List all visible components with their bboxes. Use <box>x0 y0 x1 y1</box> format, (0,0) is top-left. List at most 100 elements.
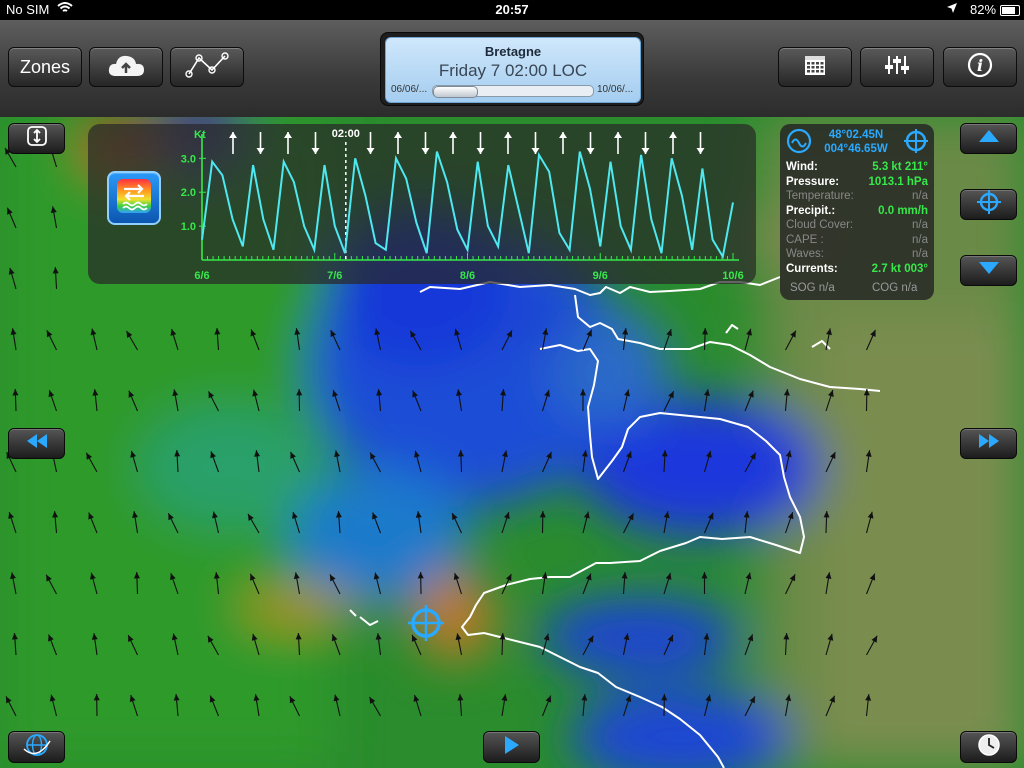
direction-arrow-head <box>641 148 650 154</box>
direction-arrow-head <box>449 132 457 138</box>
globe-button[interactable] <box>8 731 65 763</box>
location-arrow-icon <box>946 2 958 17</box>
svg-text:i: i <box>977 56 983 75</box>
cloud-row: Cloud Cover: n/a <box>786 219 928 233</box>
pressure-label: Pressure: <box>786 176 840 188</box>
direction-arrow-head <box>614 132 622 138</box>
time-cursor-label: 02:00 <box>332 128 360 140</box>
cape-label: CAPE : <box>786 234 824 246</box>
globe-icon <box>22 731 52 764</box>
rewind-icon <box>24 432 50 455</box>
point-info-panel: 48°02.45N 004°46.65W Wind: 5.3 kt 211° Pr… <box>780 124 934 300</box>
info-icon: i <box>967 52 993 83</box>
scroll-up-button[interactable] <box>960 123 1017 154</box>
toolbar: Zones Bretagne Friday 7 02:00 LOC 06/06/… <box>0 20 1024 118</box>
arrow-up-icon <box>977 128 1001 149</box>
crosshair-icon[interactable] <box>902 127 930 158</box>
pressure-value: 1013.1 hPa <box>868 176 928 188</box>
time-slider-fill <box>433 86 479 98</box>
fast-forward-icon <box>976 432 1002 455</box>
direction-arrow-head <box>229 132 237 138</box>
precip-label: Precipit.: <box>786 205 836 217</box>
info-button[interactable]: i <box>943 47 1017 87</box>
route-button[interactable] <box>170 47 244 87</box>
arrow-down-icon <box>977 260 1001 281</box>
status-bar: No SIM 20:57 82% <box>0 0 1024 20</box>
latitude: 48°02.45N <box>828 129 884 141</box>
x-tick-label: 7/6 <box>327 270 342 282</box>
time-slider[interactable] <box>432 85 594 98</box>
clock-icon <box>976 732 1002 763</box>
cloud-value: n/a <box>912 219 928 231</box>
download-button[interactable] <box>89 47 163 87</box>
play-animation-button[interactable] <box>483 731 540 763</box>
temperature-value: n/a <box>912 190 928 202</box>
range-end: 10/06/... <box>597 84 634 95</box>
zone-time-display[interactable]: Bretagne Friday 7 02:00 LOC 06/06/... 10… <box>385 37 641 103</box>
y-tick-label: 1.0 <box>181 221 196 233</box>
zone-time-panel: Bretagne Friday 7 02:00 LOC 06/06/... 10… <box>380 32 644 106</box>
current-direction-arrows <box>229 132 705 154</box>
x-tick-label: 9/6 <box>593 270 608 282</box>
x-tick-label: 10/6 <box>722 270 743 282</box>
forecast-date: Friday 7 02:00 LOC <box>438 61 588 80</box>
cape-value: n/a <box>912 234 928 246</box>
waves-label: Waves: <box>786 248 824 260</box>
direction-arrow-head <box>421 148 430 154</box>
current-speed-line <box>201 151 734 260</box>
direction-arrow-head <box>559 132 567 138</box>
waves-value: n/a <box>912 248 928 260</box>
resize-chart-button[interactable] <box>8 123 65 154</box>
zones-button[interactable]: Zones <box>8 47 82 87</box>
zones-label: Zones <box>19 56 71 77</box>
temperature-label: Temperature: <box>786 190 854 202</box>
temperature-row: Temperature: n/a <box>786 190 928 204</box>
direction-arrow-head <box>366 148 375 154</box>
calendar-button[interactable] <box>778 47 852 87</box>
next-time-button[interactable] <box>960 428 1017 459</box>
direction-arrow-head <box>669 132 677 138</box>
direction-arrow-head <box>476 148 485 154</box>
center-position-button[interactable] <box>960 189 1017 220</box>
battery-percent: 82% <box>970 2 997 17</box>
direction-arrow-head <box>256 148 265 154</box>
cape-row: CAPE : n/a <box>786 234 928 248</box>
wind-label: Wind: <box>786 161 818 173</box>
longitude: 004°46.65W <box>824 143 888 155</box>
calendar-icon <box>803 53 827 82</box>
direction-arrow-head <box>311 148 320 154</box>
wind-value: 5.3 kt 211° <box>872 161 928 173</box>
sog-value: SOG n/a <box>790 282 835 294</box>
scroll-down-button[interactable] <box>960 255 1017 286</box>
direction-arrow-head <box>284 132 292 138</box>
zone-title: Bretagne <box>484 44 542 59</box>
current-chart-panel[interactable]: 02:00 Kt 1.0 2.0 3.0 6/6 7/6 8/6 9/6 10/6 <box>88 124 756 284</box>
time-settings-button[interactable] <box>960 731 1017 763</box>
cloud-download-icon <box>106 52 146 83</box>
y-axis-label: Kt <box>194 129 206 141</box>
range-start: 06/06/... <box>391 84 428 95</box>
y-tick-label: 3.0 <box>181 153 196 165</box>
direction-arrow-head <box>504 132 512 138</box>
resize-vertical-icon <box>26 125 48 152</box>
cloud-label: Cloud Cover: <box>786 219 854 231</box>
currents-value: 2.7 kt 003° <box>871 263 928 275</box>
route-icon <box>184 50 230 85</box>
currents-label: Currents: <box>786 263 838 275</box>
tide-chart-icon[interactable] <box>786 128 812 157</box>
direction-arrow-head <box>696 148 705 154</box>
direction-arrow-head <box>394 132 402 138</box>
clock-time: 20:57 <box>495 2 529 17</box>
settings-button[interactable] <box>860 47 934 87</box>
battery-icon <box>1000 5 1020 16</box>
wind-row: Wind: 5.3 kt 211° <box>786 161 928 175</box>
y-tick-label: 2.0 <box>181 187 196 199</box>
current-chart: 02:00 Kt 1.0 2.0 3.0 6/6 7/6 8/6 9/6 10/6 <box>181 128 744 282</box>
previous-time-button[interactable] <box>8 428 65 459</box>
precip-row: Precipit.: 0.0 mm/h <box>786 205 928 219</box>
x-tick-label: 8/6 <box>460 270 475 282</box>
x-tick-label: 6/6 <box>194 270 209 282</box>
cog-value: COG n/a <box>872 282 918 294</box>
play-icon <box>503 735 521 760</box>
sliders-icon <box>884 53 910 82</box>
